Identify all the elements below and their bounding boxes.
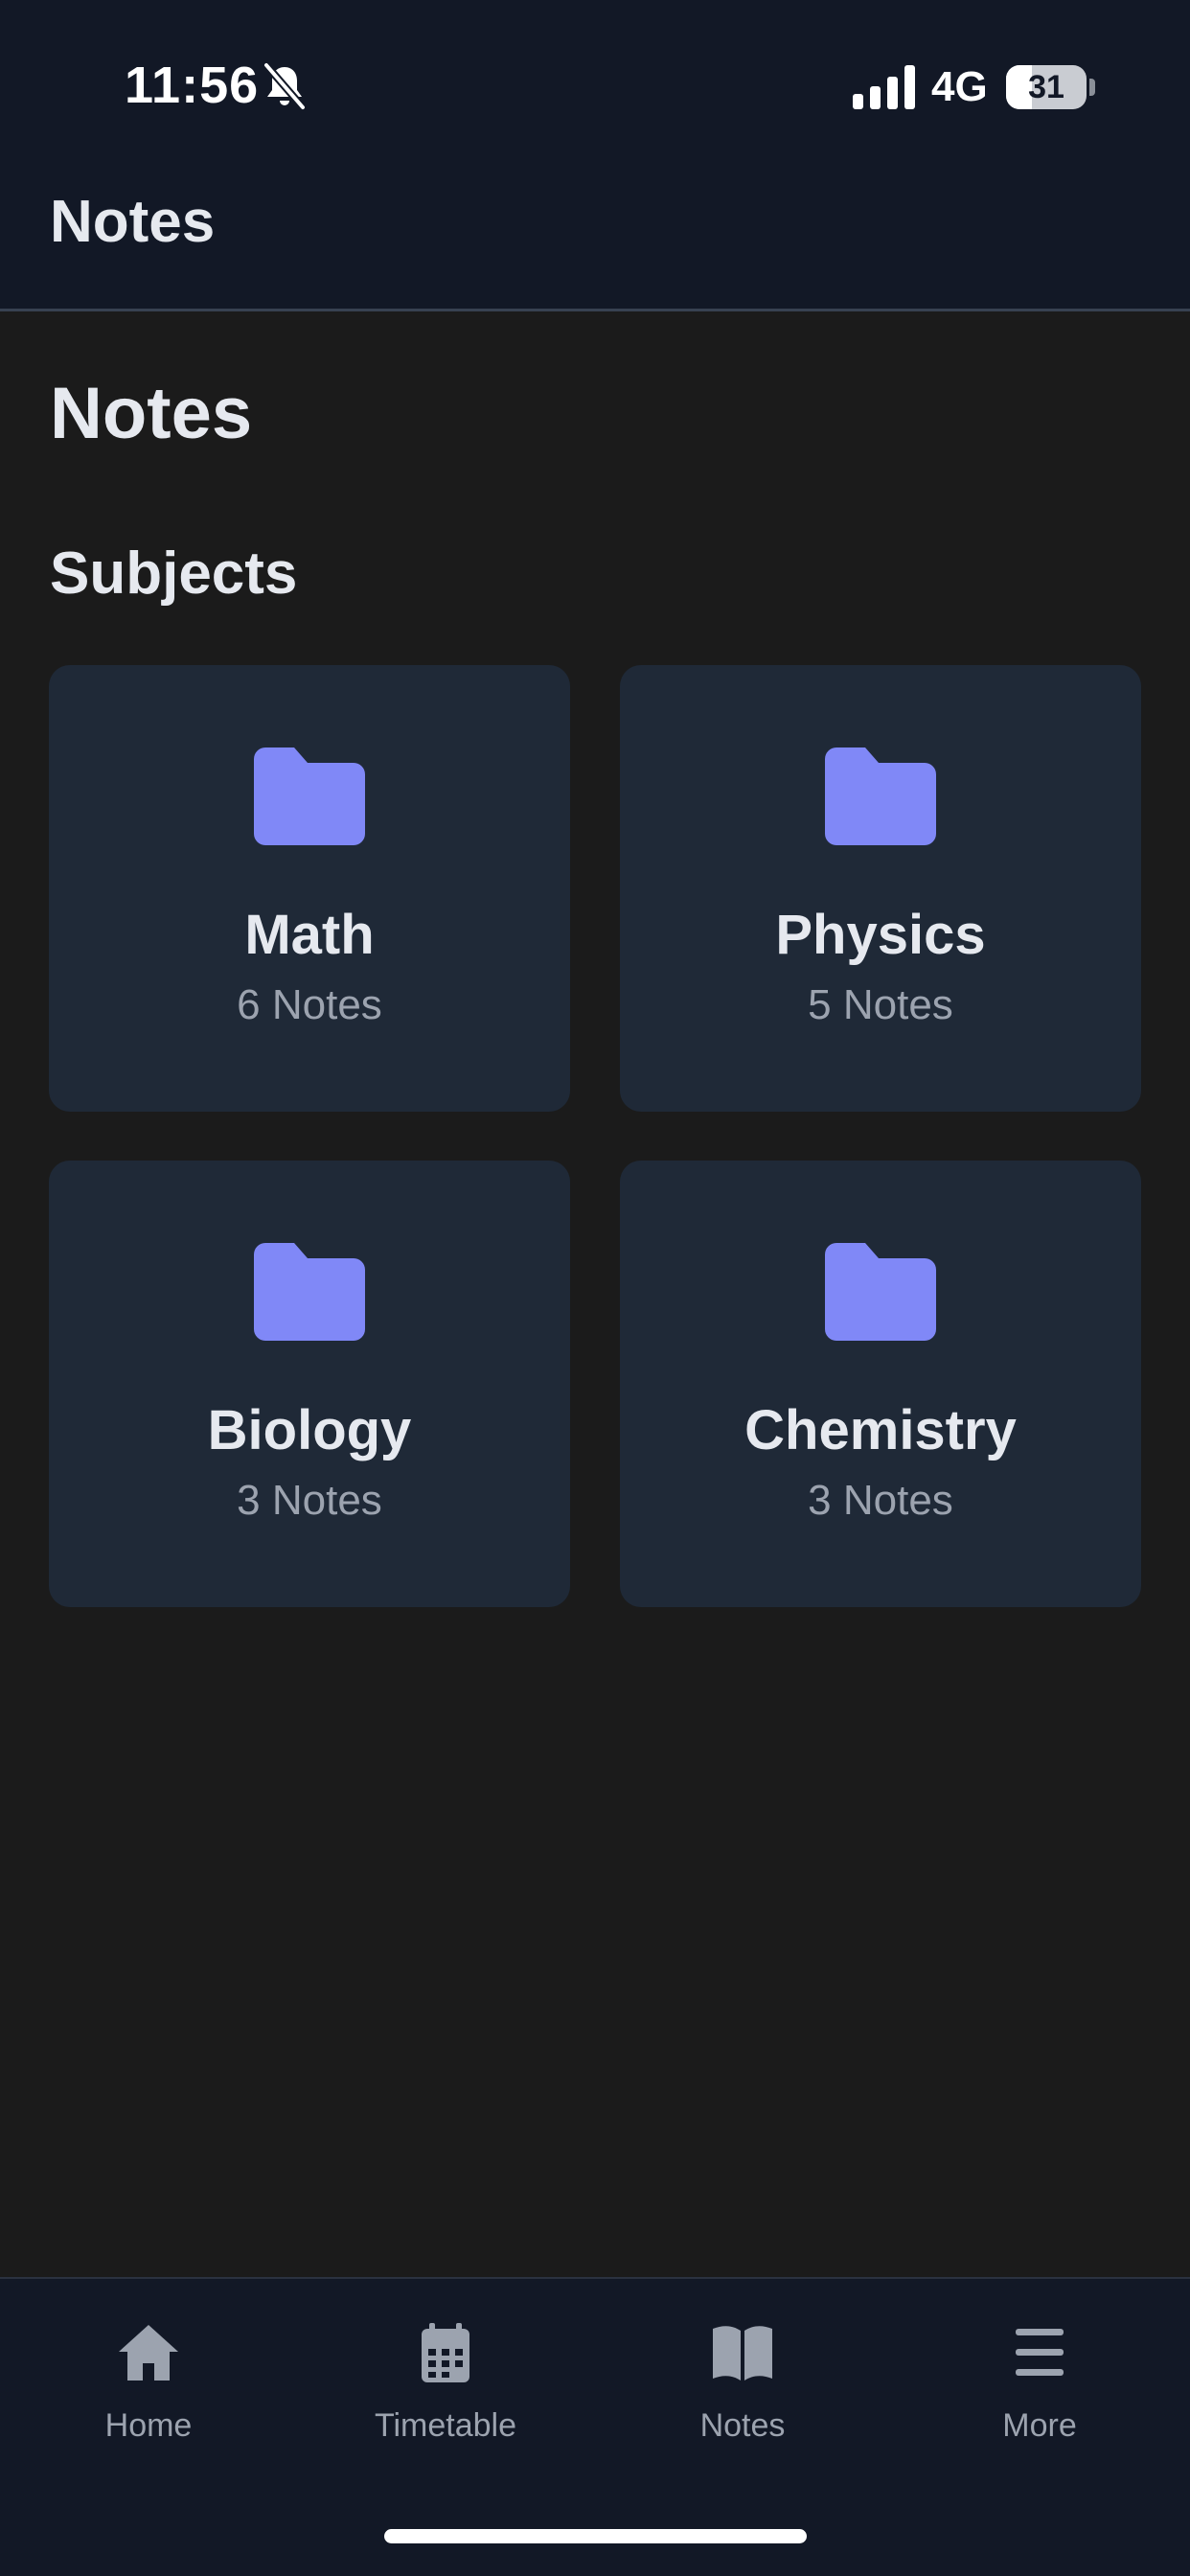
nav-label-home: Home <box>104 2407 193 2444</box>
nav-item-home[interactable]: Home <box>0 2279 297 2471</box>
network-type: 4G <box>931 63 988 110</box>
folder-icon <box>825 1243 936 1341</box>
folder-icon <box>825 748 936 845</box>
subject-note-count: 6 Notes <box>237 981 382 1028</box>
subject-name: Math <box>244 904 375 966</box>
folder-icon <box>254 748 365 845</box>
subject-card-physics[interactable]: Physics 5 Notes <box>620 665 1141 1112</box>
subject-name: Chemistry <box>744 1399 1017 1461</box>
subject-note-count: 3 Notes <box>237 1477 382 1524</box>
nav-item-notes[interactable]: Notes <box>594 2279 891 2471</box>
subject-note-count: 5 Notes <box>808 981 953 1028</box>
battery-nub <box>1089 79 1095 96</box>
home-icon <box>119 2325 178 2380</box>
subject-card-biology[interactable]: Biology 3 Notes <box>49 1161 570 1607</box>
subject-name: Biology <box>207 1399 412 1461</box>
signal-icon <box>853 65 915 109</box>
nav-label-notes: Notes <box>699 2407 786 2444</box>
status-bar: 11:56 4G 31 <box>0 0 1190 153</box>
subject-card-chemistry[interactable]: Chemistry 3 Notes <box>620 1161 1141 1607</box>
battery-icon: 31 <box>1006 65 1087 109</box>
battery-level: 31 <box>1028 69 1064 105</box>
menu-icon <box>1016 2329 1064 2376</box>
nav-label-timetable: Timetable <box>374 2407 517 2444</box>
bell-slash-icon <box>263 62 307 110</box>
page-title: Notes <box>50 373 253 454</box>
nav-label-more: More <box>1002 2407 1077 2444</box>
status-time: 11:56 <box>125 57 260 114</box>
section-title: Subjects <box>50 540 298 607</box>
book-icon <box>713 2326 772 2380</box>
nav-item-more[interactable]: More <box>891 2279 1188 2471</box>
home-indicator[interactable] <box>384 2529 807 2543</box>
nav-item-timetable[interactable]: Timetable <box>297 2279 594 2471</box>
app-header: Notes <box>0 153 1190 311</box>
subject-note-count: 3 Notes <box>808 1477 953 1524</box>
subject-name: Physics <box>775 904 986 966</box>
folder-icon <box>254 1243 365 1341</box>
header-title: Notes <box>50 189 216 255</box>
subject-card-math[interactable]: Math 6 Notes <box>49 665 570 1112</box>
calendar-icon <box>422 2323 469 2382</box>
